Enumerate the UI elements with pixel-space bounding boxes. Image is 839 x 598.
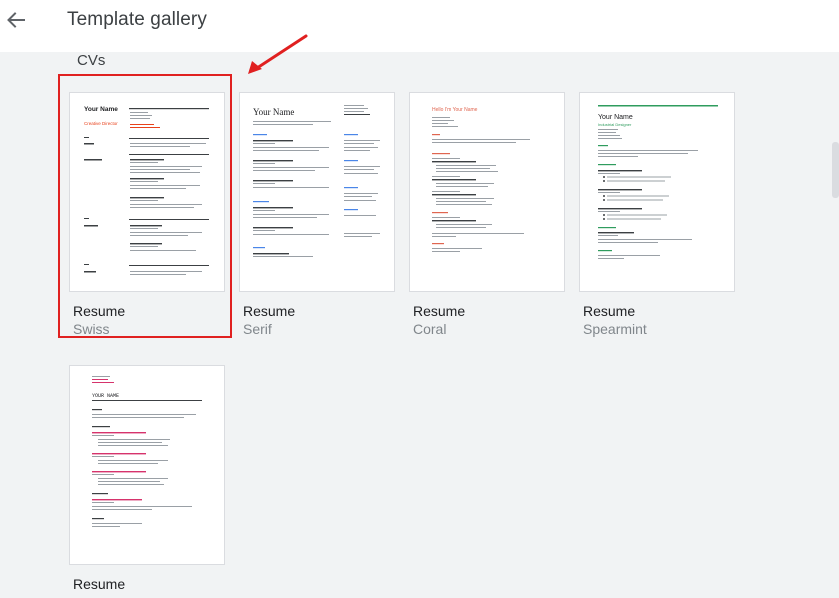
preview-heading: Your Name	[253, 107, 294, 117]
template-thumbnail[interactable]: YOUR NAME	[69, 365, 225, 565]
selection-highlight-box	[58, 74, 232, 338]
red-arrow-icon	[248, 34, 308, 74]
template-name: Resume	[413, 303, 466, 319]
header: Template gallery	[0, 0, 839, 52]
template-style: Serif	[243, 321, 272, 337]
preview-subtitle: Industrial Designer	[598, 122, 632, 127]
template-style: Coral	[413, 321, 447, 337]
template-thumbnail[interactable]: Your Name Industrial Designer	[579, 92, 735, 292]
template-name: Resume	[583, 303, 636, 319]
preview-heading: Your Name	[598, 114, 633, 121]
template-thumbnail[interactable]: Your Name	[239, 92, 395, 292]
arrow-left-icon	[7, 12, 25, 28]
preview-heading: YOUR NAME	[92, 393, 119, 399]
template-style: Spearmint	[583, 321, 647, 337]
section-title: CVs	[77, 52, 106, 69]
preview-heading: Hello I'm Your Name	[432, 107, 478, 113]
template-name: Resume	[243, 303, 296, 319]
template-thumbnail[interactable]: Hello I'm Your Name	[409, 92, 565, 292]
scrollbar[interactable]	[832, 142, 839, 198]
page-title: Template gallery	[67, 9, 207, 30]
back-button[interactable]	[4, 8, 28, 32]
template-name: Resume	[73, 576, 126, 592]
